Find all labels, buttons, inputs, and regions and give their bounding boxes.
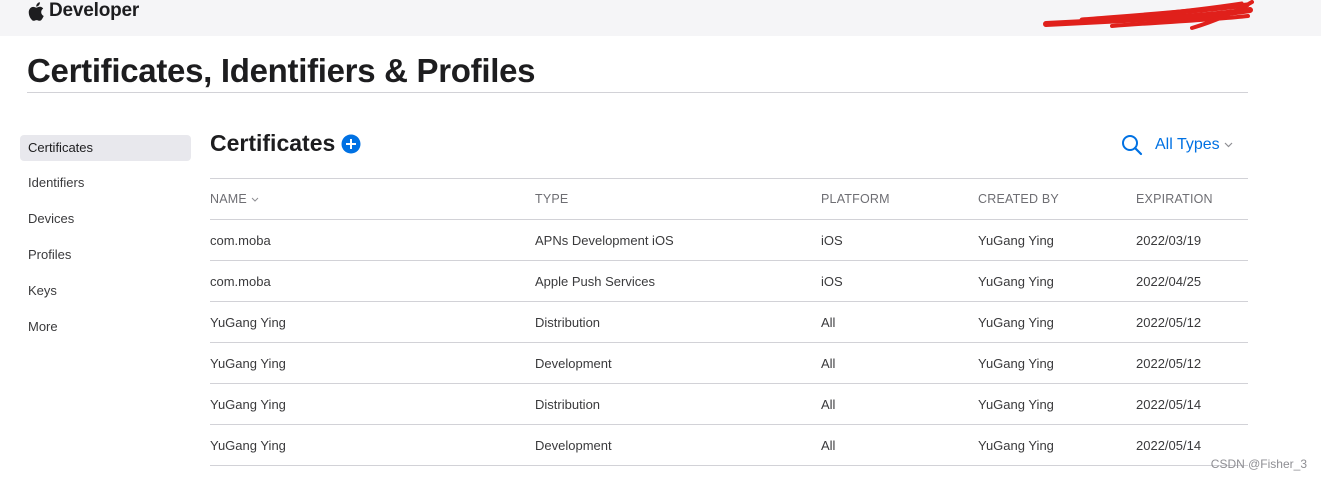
sidebar-item-more[interactable]: More [20, 315, 191, 351]
section-title: Certificates [210, 130, 336, 156]
cell-name: com.moba [210, 232, 271, 248]
cell-platform: iOS [821, 273, 843, 289]
all-types-dropdown[interactable]: All Types [1155, 136, 1233, 154]
global-nav-bar: Developer [0, 0, 1321, 36]
cell-type: Distribution [535, 314, 601, 330]
sidebar-item-identifiers[interactable]: Identifiers [20, 171, 191, 207]
sidebar-item-profiles[interactable]: Profiles [20, 243, 191, 279]
cell-created-by: YuGang Ying [978, 314, 1054, 330]
cell-platform: iOS [821, 232, 843, 248]
type-filter: All Types [1121, 134, 1233, 156]
cell-platform: All [821, 355, 836, 371]
cell-expiration: 2022/04/25 [1136, 273, 1202, 289]
plus-circle-icon[interactable] [341, 134, 361, 154]
developer-home-link[interactable]: Developer [28, 0, 139, 22]
cell-created-by: YuGang Ying [978, 355, 1054, 371]
column-header-platform: PLATFORM [821, 192, 890, 206]
column-header-name[interactable]: NAME [210, 179, 535, 220]
search-icon[interactable] [1121, 134, 1143, 156]
certificates-table: NAME TYPE PLATFORM CREATED BY EXPIRATION… [210, 178, 1248, 466]
cell-platform: All [821, 437, 836, 453]
cell-expiration: 2022/03/19 [1136, 232, 1202, 248]
cell-platform: All [821, 396, 836, 412]
cell-created-by: YuGang Ying [978, 273, 1054, 289]
sort-chevron-icon [251, 197, 259, 202]
cell-created-by: YuGang Ying [978, 396, 1054, 412]
redaction-scribble [1043, 0, 1254, 30]
column-header-expiration: EXPIRATION [1136, 192, 1213, 206]
cell-name: YuGang Ying [210, 396, 286, 412]
cell-expiration: 2022/05/12 [1136, 314, 1202, 330]
brand-name: Developer [49, 0, 140, 21]
sidebar-item-keys[interactable]: Keys [20, 279, 191, 315]
table-row[interactable]: YuGang Ying Distribution All YuGang Ying… [210, 302, 1248, 343]
apple-icon [28, 1, 44, 21]
sidebar-nav: Certificates Identifiers Devices Profile… [20, 135, 191, 351]
sidebar-item-devices[interactable]: Devices [20, 207, 191, 243]
cell-created-by: YuGang Ying [978, 437, 1054, 453]
table-row[interactable]: com.moba Apple Push Services iOS YuGang … [210, 261, 1248, 302]
chevron-down-icon [1224, 142, 1233, 148]
table-header-row: NAME TYPE PLATFORM CREATED BY EXPIRATION [210, 178, 1248, 220]
cell-name: YuGang Ying [210, 355, 286, 371]
page-title: Certificates, Identifiers & Profiles [27, 52, 536, 89]
cell-type: Development [535, 355, 612, 371]
cell-created-by: YuGang Ying [978, 232, 1054, 248]
section-header: Certificates [210, 130, 361, 157]
cell-name: com.moba [210, 273, 271, 289]
cell-expiration: 2022/05/14 [1136, 396, 1202, 412]
table-row[interactable]: YuGang Ying Development All YuGang Ying … [210, 343, 1248, 384]
cell-expiration: 2022/05/12 [1136, 355, 1202, 371]
table-row[interactable]: com.moba APNs Development iOS iOS YuGang… [210, 220, 1248, 261]
sidebar-item-certificates[interactable]: Certificates [20, 135, 191, 161]
filter-label: All Types [1155, 136, 1220, 153]
cell-platform: All [821, 314, 836, 330]
cell-name: YuGang Ying [210, 314, 286, 330]
column-header-created-by: CREATED BY [978, 192, 1059, 206]
watermark: CSDN @Fisher_3 [1210, 457, 1307, 471]
cell-type: Distribution [535, 396, 601, 412]
table-row[interactable]: YuGang Ying Distribution All YuGang Ying… [210, 384, 1248, 425]
cell-type: APNs Development iOS [535, 232, 674, 248]
title-divider [27, 92, 1248, 93]
column-header-type: TYPE [535, 192, 569, 206]
cell-name: YuGang Ying [210, 437, 286, 453]
table-row[interactable]: YuGang Ying Development All YuGang Ying … [210, 425, 1248, 466]
cell-type: Apple Push Services [535, 273, 655, 289]
cell-type: Development [535, 437, 612, 453]
